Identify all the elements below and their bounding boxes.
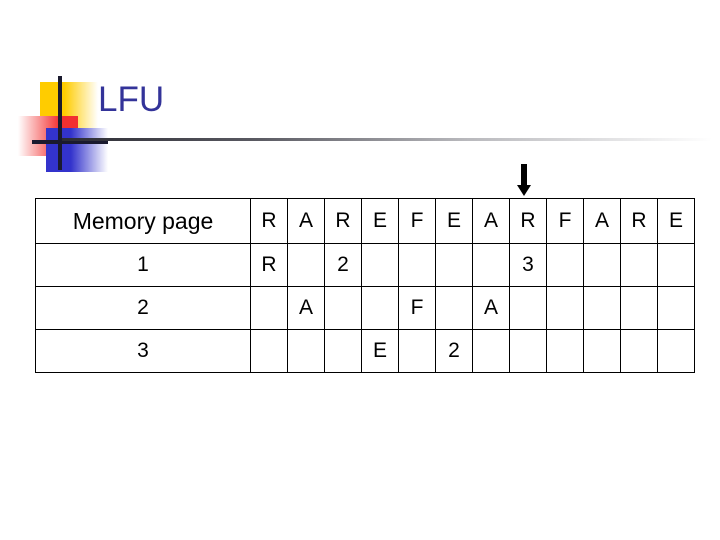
table-row: 1R2 3 — [35, 243, 695, 287]
frame-cell-r2-c4 — [361, 286, 399, 330]
row-label-1: 1 — [35, 243, 251, 287]
frame-cell-r3-c4: E — [361, 329, 399, 373]
frame-cell-r1-c7 — [472, 243, 510, 287]
frame-cell-r3-c10 — [583, 329, 621, 373]
frame-cell-r2-c12 — [657, 286, 695, 330]
reference-cell-5: F — [398, 198, 436, 244]
frame-cell-r2-c11 — [620, 286, 658, 330]
frame-cell-r1-c6 — [435, 243, 473, 287]
table-header-row: Memory page R A R E F E A R F A R E — [35, 198, 695, 244]
memory-page-table: Memory page R A R E F E A R F A R E 1 R 2 3 2 A F A 3 E 2 — [35, 198, 695, 373]
frame-cell-r1-c2 — [287, 243, 325, 287]
frame-cell-r1-c1: R — [250, 243, 288, 287]
frame-cell-r2-c1 — [250, 286, 288, 330]
header-label-cell: Memory page — [35, 198, 251, 244]
reference-cell-3: R — [324, 198, 362, 244]
frame-cell-r3-c5 — [398, 329, 436, 373]
reference-cell-7: A — [472, 198, 510, 244]
frame-cell-r1-c10 — [583, 243, 621, 287]
reference-cell-12: E — [657, 198, 695, 244]
reference-cell-4: E — [361, 198, 399, 244]
reference-cell-11: R — [620, 198, 658, 244]
title-divider — [62, 138, 712, 141]
frame-cell-r2-c3 — [324, 286, 362, 330]
logo-blue-square — [46, 128, 108, 172]
frame-cell-r2-c6 — [435, 286, 473, 330]
logo-vertical-line — [58, 76, 62, 170]
frame-cell-r3-c6: 2 — [435, 329, 473, 373]
frame-cell-r2-c8 — [509, 286, 547, 330]
reference-cell-9: F — [546, 198, 584, 244]
reference-cell-10: A — [583, 198, 621, 244]
slide-header: LFU — [0, 0, 720, 172]
reference-cell-6: E — [435, 198, 473, 244]
frame-cell-r1-c9 — [546, 243, 584, 287]
frame-cell-r3-c2 — [287, 329, 325, 373]
table-row: 2AFA — [35, 286, 695, 330]
frame-cell-r2-c5: F — [398, 286, 436, 330]
row-label-2: 2 — [35, 286, 251, 330]
frame-cell-r1-c11 — [620, 243, 658, 287]
reference-cell-8: R — [509, 198, 547, 244]
frame-cell-r1-c4 — [361, 243, 399, 287]
frame-cell-r3-c12 — [657, 329, 695, 373]
reference-cell-1: R — [250, 198, 288, 244]
arrow-shaft — [521, 164, 527, 186]
frame-cell-r3-c11 — [620, 329, 658, 373]
frame-cell-r3-c3 — [324, 329, 362, 373]
frame-cell-r3-c8 — [509, 329, 547, 373]
frame-cell-r1-c12 — [657, 243, 695, 287]
frame-cell-r3-c7 — [472, 329, 510, 373]
frame-cell-r2-c10 — [583, 286, 621, 330]
table-row: 3 E2 — [35, 329, 695, 373]
frame-cell-r2-c2: A — [287, 286, 325, 330]
frame-cell-r1-c3: 2 — [324, 243, 362, 287]
frame-cell-r2-c9 — [546, 286, 584, 330]
down-arrow-icon — [514, 164, 536, 198]
table-body: Memory page R A R E F E A R F A R E 1 R 2 3 2 A F A 3 E 2 — [35, 198, 695, 373]
page-title: LFU — [98, 80, 165, 119]
frame-cell-r1-c8: 3 — [509, 243, 547, 287]
frame-cell-r2-c7: A — [472, 286, 510, 330]
frame-cell-r3-c9 — [546, 329, 584, 373]
row-label-3: 3 — [35, 329, 251, 373]
frame-cell-r1-c5 — [398, 243, 436, 287]
reference-cell-2: A — [287, 198, 325, 244]
arrow-head — [517, 185, 531, 196]
frame-cell-r3-c1 — [250, 329, 288, 373]
